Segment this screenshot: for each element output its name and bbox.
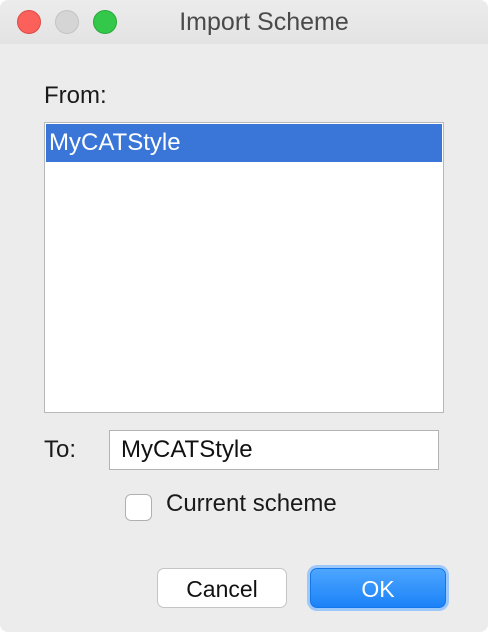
- from-scheme-list[interactable]: MyCATStyle: [44, 122, 444, 413]
- to-label: To:: [44, 436, 77, 463]
- current-scheme-checkbox[interactable]: [125, 494, 152, 521]
- ok-button[interactable]: OK: [310, 568, 446, 608]
- window-title: Import Scheme: [179, 8, 349, 36]
- import-scheme-dialog: Import Scheme From: MyCATStyle To: Curre…: [0, 0, 488, 632]
- cancel-button[interactable]: Cancel: [157, 568, 287, 608]
- current-scheme-label[interactable]: Current scheme: [166, 490, 337, 518]
- title-bar[interactable]: Import Scheme: [0, 0, 488, 44]
- list-item[interactable]: MyCATStyle: [46, 124, 442, 162]
- to-scheme-name-input[interactable]: [109, 430, 439, 470]
- from-label: From:: [44, 82, 107, 109]
